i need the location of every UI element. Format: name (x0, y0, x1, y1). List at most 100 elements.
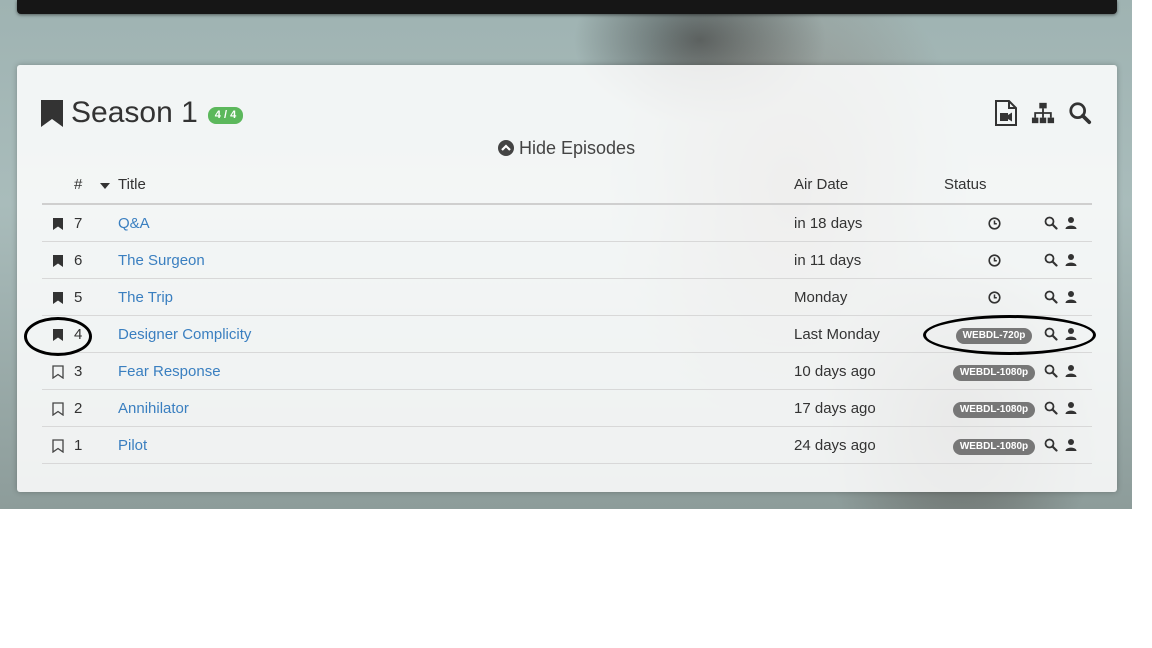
search-icon[interactable] (1044, 401, 1058, 415)
monitor-cell (42, 352, 74, 390)
episode-row: 2 Annihilator 17 days ago WEBDL-1080p (42, 389, 1092, 427)
air-date: Monday (794, 278, 944, 316)
user-icon[interactable] (1064, 438, 1078, 452)
episode-actions (1044, 327, 1092, 341)
quality-badge: WEBDL-1080p (952, 438, 1036, 455)
episode-row: 1 Pilot 24 days ago WEBDL-1080p (42, 426, 1092, 464)
clock-icon (987, 217, 1001, 230)
episode-actions (1044, 290, 1092, 304)
actions-cell (1044, 389, 1092, 427)
bookmark-filled-icon[interactable] (52, 328, 64, 342)
episode-number: 6 (74, 241, 100, 279)
episode-number: 2 (74, 389, 100, 427)
file-video-icon[interactable] (994, 100, 1018, 126)
monitor-cell (42, 241, 74, 279)
actions-cell (1044, 426, 1092, 464)
user-icon[interactable] (1064, 216, 1078, 230)
episode-actions (1044, 364, 1092, 378)
spacer-cell (100, 278, 118, 316)
actions-cell (1044, 315, 1092, 353)
table-header-row: # Title Air Date Status (42, 166, 1092, 205)
episode-row: 5 The Trip Monday (42, 278, 1092, 316)
air-date: 24 days ago (794, 426, 944, 464)
actions-cell (1044, 204, 1092, 242)
bookmark-outline-icon[interactable] (52, 438, 64, 453)
episode-number: 4 (74, 315, 100, 353)
status-cell (944, 278, 1044, 316)
title-cell: The Surgeon (118, 241, 794, 279)
clock-icon (987, 254, 1001, 267)
title-cell: Annihilator (118, 389, 794, 427)
search-icon[interactable] (1044, 253, 1058, 267)
title-cell: Q&A (118, 204, 794, 242)
air-date: 17 days ago (794, 389, 944, 427)
episode-number: 7 (74, 204, 100, 242)
search-icon[interactable] (1068, 100, 1092, 126)
episode-title-link[interactable]: Q&A (118, 215, 150, 232)
user-icon[interactable] (1064, 327, 1078, 341)
search-icon[interactable] (1044, 216, 1058, 230)
episode-row: 7 Q&A in 18 days (42, 204, 1092, 242)
clock-icon (987, 291, 1001, 304)
episode-number: 5 (74, 278, 100, 316)
air-date: 10 days ago (794, 352, 944, 390)
season-actions (994, 100, 1092, 126)
bookmark-outline-icon[interactable] (52, 401, 64, 416)
status-cell: WEBDL-1080p (944, 352, 1044, 390)
search-icon[interactable] (1044, 364, 1058, 378)
spacer-cell (100, 389, 118, 427)
status-cell (944, 241, 1044, 279)
bookmark-filled-icon[interactable] (52, 291, 64, 305)
bookmark-filled-icon[interactable] (52, 254, 64, 268)
episode-title-link[interactable]: Pilot (118, 437, 147, 454)
episode-actions (1044, 216, 1092, 230)
status-cell: WEBDL-1080p (944, 389, 1044, 427)
episode-title-link[interactable]: Fear Response (118, 363, 221, 380)
sort-caret-cell[interactable] (100, 166, 118, 205)
monitor-cell (42, 389, 74, 427)
user-icon[interactable] (1064, 290, 1078, 304)
user-icon[interactable] (1064, 253, 1078, 267)
episode-row: 6 The Surgeon in 11 days (42, 241, 1092, 279)
search-icon[interactable] (1044, 327, 1058, 341)
user-icon[interactable] (1064, 364, 1078, 378)
title-column-header[interactable]: Title (118, 166, 794, 205)
hide-episodes-label: Hide Episodes (519, 137, 636, 158)
spacer-cell (100, 241, 118, 279)
bookmark-filled-icon[interactable] (52, 217, 64, 231)
monitor-cell (42, 278, 74, 316)
episode-title-link[interactable]: The Trip (118, 289, 173, 306)
number-column-header[interactable]: # (74, 166, 100, 205)
air-date: Last Monday (794, 315, 944, 353)
title-cell: Designer Complicity (118, 315, 794, 353)
quality-badge: WEBDL-1080p (952, 364, 1036, 381)
episode-row: 3 Fear Response 10 days ago WEBDL-1080p (42, 352, 1092, 390)
monitor-column-header (42, 166, 74, 205)
search-icon[interactable] (1044, 438, 1058, 452)
quality-badge: WEBDL-1080p (952, 401, 1036, 418)
hide-episodes-toggle[interactable]: Hide Episodes (498, 137, 635, 159)
actions-column-header (1044, 166, 1092, 205)
air-date-column-header[interactable]: Air Date (794, 166, 944, 205)
monitor-cell (42, 315, 74, 353)
status-cell: WEBDL-1080p (944, 426, 1044, 464)
title-cell: The Trip (118, 278, 794, 316)
episode-title-link[interactable]: The Surgeon (118, 252, 205, 269)
episode-title-link[interactable]: Designer Complicity (118, 326, 251, 343)
actions-cell (1044, 241, 1092, 279)
title-cell: Fear Response (118, 352, 794, 390)
search-icon[interactable] (1044, 290, 1058, 304)
user-icon[interactable] (1064, 401, 1078, 415)
episode-actions (1044, 438, 1092, 452)
sitemap-icon[interactable] (1031, 100, 1055, 126)
season-title: Season 1 (71, 96, 198, 129)
monitor-cell (42, 204, 74, 242)
episode-count-badge: 4 / 4 (207, 106, 244, 124)
episode-title-link[interactable]: Annihilator (118, 400, 189, 417)
bookmark-outline-icon[interactable] (52, 364, 64, 379)
actions-cell (1044, 352, 1092, 390)
status-column-header: Status (944, 166, 1044, 205)
status-cell: WEBDL-720p (944, 315, 1044, 353)
spacer-cell (100, 315, 118, 353)
bookmark-icon[interactable] (41, 99, 63, 127)
